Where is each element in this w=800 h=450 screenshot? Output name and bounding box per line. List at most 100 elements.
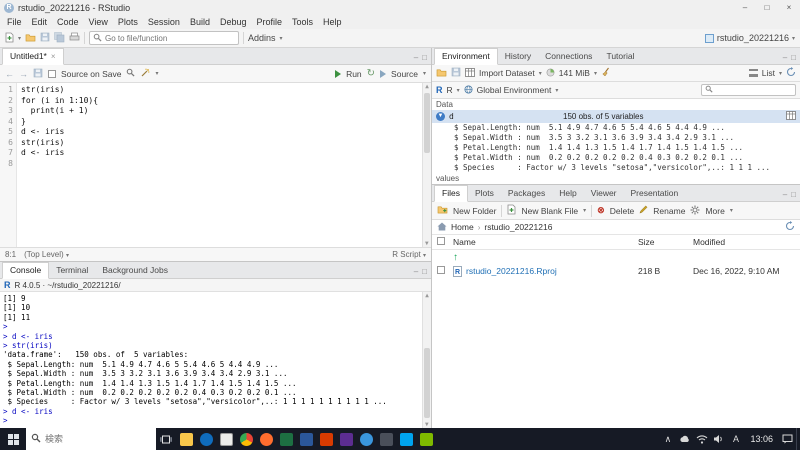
taskbar-app-5-icon[interactable] (256, 428, 276, 450)
new-blank-file-button[interactable]: New Blank File (521, 206, 578, 216)
taskbar-app-12-icon[interactable] (396, 428, 416, 450)
tab-console[interactable]: Console (2, 262, 50, 279)
code-editor[interactable]: 1 2 3 4 5 6 7 8 str(iris) for (i in 1:10… (0, 83, 431, 247)
import-dataset-button[interactable]: Import Dataset (479, 68, 535, 78)
tab-packages[interactable]: Packages (501, 186, 552, 201)
parent-directory-row[interactable]: ↑ (432, 250, 800, 264)
menu-build[interactable]: Build (185, 17, 215, 27)
close-tab-icon[interactable]: × (51, 52, 56, 61)
taskbar-search-input[interactable] (45, 434, 145, 444)
tab-presentation[interactable]: Presentation (624, 186, 686, 201)
tab-tutorial[interactable]: Tutorial (599, 49, 641, 64)
new-file-caret-icon[interactable]: ▾ (18, 35, 21, 42)
rerun-icon[interactable]: ↻ (367, 68, 375, 79)
environment-selector[interactable]: Global Environment (477, 85, 552, 95)
language-selector[interactable]: R (447, 85, 453, 95)
minimize-window-icon[interactable]: – (734, 0, 756, 15)
menu-tools[interactable]: Tools (287, 17, 318, 27)
up-directory-icon[interactable]: ↑ (453, 252, 458, 263)
save-icon[interactable] (40, 32, 50, 44)
source-caret-icon[interactable]: ▾ (423, 70, 426, 77)
object-row-d[interactable]: ▼ d 150 obs. of 5 variables (432, 110, 800, 123)
taskbar-app-1-icon[interactable] (176, 428, 196, 450)
save-workspace-icon[interactable] (451, 67, 461, 79)
environment-caret-icon[interactable]: ▾ (555, 87, 558, 94)
taskbar-app-4-icon[interactable] (236, 428, 256, 450)
source-on-save-checkbox[interactable] (48, 69, 56, 78)
volume-icon[interactable] (710, 428, 727, 450)
tab-viewer[interactable]: Viewer (584, 186, 624, 201)
pane-maximize-icon[interactable]: □ (791, 190, 796, 199)
forward-icon[interactable]: → (19, 69, 28, 79)
taskbar-app-7-icon[interactable] (296, 428, 316, 450)
tab-terminal[interactable]: Terminal (49, 263, 95, 278)
editor-scrollbar[interactable]: ▲ ▼ (422, 83, 431, 247)
goto-file-function-box[interactable] (89, 31, 240, 45)
delete-button[interactable]: Delete (610, 206, 635, 216)
taskbar-app-8-icon[interactable] (316, 428, 336, 450)
clock[interactable]: 13:06 (744, 434, 779, 444)
clear-objects-icon[interactable] (601, 67, 611, 79)
pane-minimize-icon[interactable]: – (783, 190, 787, 199)
save-icon[interactable] (33, 68, 43, 80)
tray-expand-icon[interactable]: ∧ (659, 428, 676, 450)
view-data-icon[interactable] (786, 110, 796, 122)
maximize-window-icon[interactable]: □ (756, 0, 778, 15)
refresh-icon[interactable] (785, 221, 795, 233)
menu-view[interactable]: View (84, 17, 113, 27)
taskbar-app-9-icon[interactable] (336, 428, 356, 450)
find-replace-icon[interactable] (126, 68, 136, 79)
tab-help[interactable]: Help (552, 186, 583, 201)
more-button[interactable]: More (705, 206, 724, 216)
rename-button[interactable]: Rename (653, 206, 685, 216)
memory-caret-icon[interactable]: ▾ (594, 70, 597, 77)
breadcrumb-project[interactable]: rstudio_20221216 (484, 222, 552, 232)
pane-maximize-icon[interactable]: □ (791, 53, 796, 62)
tab-untitled1[interactable]: Untitled1* × (2, 48, 64, 65)
more-caret-icon[interactable]: ▾ (730, 207, 733, 214)
menu-debug[interactable]: Debug (215, 17, 252, 27)
tab-plots[interactable]: Plots (468, 186, 501, 201)
pane-maximize-icon[interactable]: □ (422, 53, 427, 62)
list-view-icon[interactable] (748, 69, 758, 77)
addins-button[interactable]: Addins (248, 33, 276, 43)
goto-file-function-input[interactable] (105, 33, 226, 43)
code-tools-icon[interactable] (140, 68, 150, 80)
select-all-checkbox[interactable] (437, 237, 445, 245)
file-name-link[interactable]: rstudio_20221216.Rproj (466, 266, 557, 276)
show-desktop-button[interactable] (796, 428, 800, 450)
taskbar-app-11-icon[interactable] (376, 428, 396, 450)
column-modified[interactable]: Modified (693, 237, 795, 247)
view-mode-caret-icon[interactable]: ▾ (779, 70, 782, 77)
pane-minimize-icon[interactable]: – (414, 53, 418, 62)
language-caret-icon[interactable]: ▾ (457, 87, 460, 94)
menu-plots[interactable]: Plots (113, 17, 143, 27)
ime-indicator[interactable]: A (727, 428, 744, 450)
taskbar-app-13-icon[interactable] (416, 428, 436, 450)
menu-session[interactable]: Session (143, 17, 185, 27)
tab-files[interactable]: Files (434, 185, 468, 202)
taskbar-app-2-icon[interactable] (196, 428, 216, 450)
column-name[interactable]: Name (453, 237, 638, 247)
column-size[interactable]: Size (638, 237, 693, 247)
source-icon[interactable] (380, 69, 387, 78)
tab-connections[interactable]: Connections (538, 49, 599, 64)
cloud-icon[interactable] (676, 428, 693, 450)
open-workspace-icon[interactable] (436, 68, 447, 79)
breadcrumb-home[interactable]: Home (451, 222, 474, 232)
import-dataset-caret-icon[interactable]: ▾ (539, 70, 542, 77)
file-checkbox[interactable] (437, 266, 445, 274)
console-scrollbar[interactable]: ▲ ▼ (422, 292, 431, 428)
refresh-icon[interactable] (786, 67, 796, 79)
menu-help[interactable]: Help (318, 17, 347, 27)
view-mode-label[interactable]: List (762, 68, 775, 78)
pane-minimize-icon[interactable]: – (414, 267, 418, 276)
scope-selector[interactable]: (Top Level) ▾ (24, 250, 69, 259)
menu-edit[interactable]: Edit (27, 17, 53, 27)
back-icon[interactable]: ← (5, 69, 14, 79)
code-tools-caret-icon[interactable]: ▾ (155, 70, 158, 77)
tab-background-jobs[interactable]: Background Jobs (95, 263, 175, 278)
console-output[interactable]: [1] 9 [1] 10 [1] 11 > > d <- iris > str(… (0, 292, 431, 428)
print-icon[interactable] (69, 32, 80, 44)
start-button[interactable] (0, 428, 26, 450)
